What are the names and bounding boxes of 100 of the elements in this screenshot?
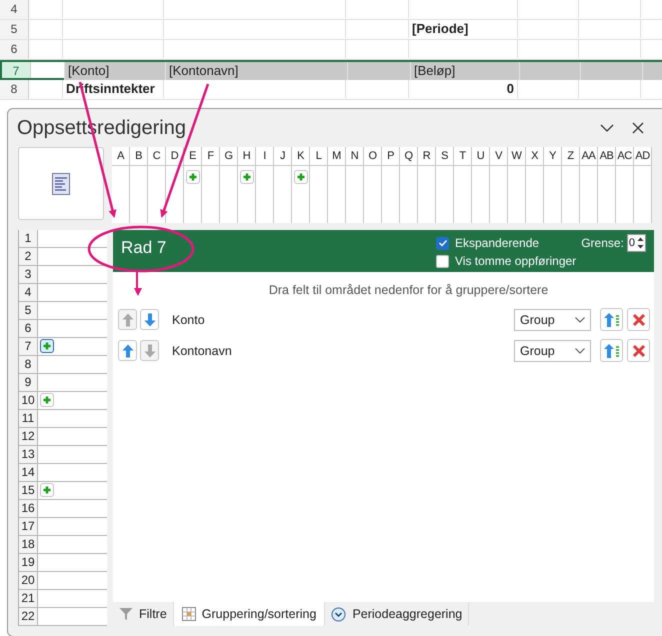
column-header[interactable]: R (418, 147, 435, 166)
column-header[interactable]: V (490, 147, 507, 166)
column-header[interactable]: X (526, 147, 543, 166)
add-button[interactable] (40, 339, 54, 353)
column-header[interactable]: C (148, 147, 165, 166)
column-header[interactable]: F (202, 147, 219, 166)
mode-dropdown[interactable]: Group (514, 308, 591, 330)
row-header[interactable]: 14 (19, 464, 38, 481)
column-header[interactable]: U (472, 147, 489, 166)
delete-icon (632, 312, 646, 326)
move-up-button[interactable] (118, 309, 137, 330)
checkbox-label: Ekspanderende (455, 236, 540, 250)
chevron-circle-icon (331, 606, 346, 622)
row-header[interactable]: 3 (19, 266, 38, 283)
column-header[interactable]: AC (616, 147, 633, 166)
row-header[interactable]: 18 (19, 536, 38, 553)
sheet-row[interactable]: 5 [Periode] (0, 20, 662, 40)
column-header[interactable]: K (292, 147, 309, 166)
column-header[interactable]: Y (544, 147, 561, 166)
layout-tile[interactable] (18, 147, 104, 220)
add-button[interactable] (240, 170, 254, 184)
checkbox[interactable] (436, 254, 449, 268)
column-header[interactable]: I (256, 147, 273, 166)
column-header[interactable]: M (328, 147, 345, 166)
column-header[interactable]: J (274, 147, 291, 166)
row-number: 6 (0, 40, 29, 59)
column-header[interactable]: B (130, 147, 147, 166)
sheet-row[interactable]: 6 (0, 40, 662, 60)
sort-button[interactable] (600, 339, 623, 362)
sheet-row[interactable]: 7 [Konto] [Kontonavn] [Beløp] (0, 60, 662, 80)
column-header[interactable]: G (220, 147, 237, 166)
column-header[interactable]: AD (634, 147, 651, 166)
row-header[interactable]: 20 (19, 572, 38, 589)
row-header[interactable]: 19 (19, 554, 38, 571)
column-header[interactable]: T (454, 147, 471, 166)
row-header[interactable]: 8 (19, 356, 38, 373)
plus-icon (296, 173, 304, 181)
mode-dropdown[interactable]: Group (514, 340, 591, 362)
add-button[interactable] (40, 483, 54, 497)
panel-title: Rad 7 (121, 237, 166, 259)
row-number: 4 (0, 0, 29, 19)
row-header[interactable]: 13 (19, 446, 38, 463)
column-header[interactable]: P (382, 147, 399, 166)
column-header[interactable]: S (436, 147, 453, 166)
table-cell (581, 62, 643, 80)
plus-icon (43, 486, 51, 494)
up-arrow-icon (122, 344, 134, 358)
checkbox[interactable] (436, 236, 449, 250)
plus-icon (188, 173, 196, 181)
row-header[interactable]: 6 (19, 320, 38, 337)
column-header[interactable]: AB (598, 147, 615, 166)
row-header[interactable]: 5 (19, 302, 38, 319)
delete-button[interactable] (627, 339, 650, 362)
column-header[interactable]: AA (580, 147, 597, 166)
column-header[interactable]: W (508, 147, 525, 166)
hint-text: Dra felt til området nedenfor for å gruppere/sortere (268, 283, 548, 297)
move-down-button[interactable] (140, 309, 159, 330)
column-header[interactable]: Q (400, 147, 417, 166)
row-header[interactable]: 2 (19, 248, 38, 265)
row-header[interactable]: 17 (19, 518, 38, 535)
column-header[interactable]: H (238, 147, 255, 166)
row-header[interactable]: 4 (19, 284, 38, 301)
caret-icon (575, 348, 585, 354)
add-button[interactable] (186, 170, 200, 184)
column-header[interactable]: N (346, 147, 363, 166)
delete-button[interactable] (627, 308, 650, 331)
add-button[interactable] (294, 170, 308, 184)
column-header[interactable]: D (166, 147, 183, 166)
table-cell: [Beløp] (411, 62, 520, 80)
sort-icon (604, 312, 620, 328)
row-header[interactable]: 15 (19, 482, 38, 499)
down-arrow-icon (144, 344, 156, 358)
row-header[interactable]: 7 (19, 338, 38, 355)
tab[interactable]: Gruppering/sortering (174, 602, 326, 626)
sheet-row[interactable]: 4 (0, 0, 662, 20)
limit-spinner[interactable]: 0 (626, 234, 646, 252)
column-header[interactable]: E (184, 147, 201, 166)
annotation-arrow (134, 271, 142, 296)
column-header[interactable]: Z (562, 147, 579, 166)
row-header[interactable]: 10 (19, 392, 38, 409)
column-header[interactable]: L (310, 147, 327, 166)
row-header[interactable]: 21 (19, 590, 38, 607)
column-header[interactable]: A (112, 147, 129, 166)
close-icon[interactable] (632, 122, 644, 134)
grid-icon (182, 607, 196, 621)
plus-icon (242, 173, 250, 181)
row-header[interactable]: 1 (19, 230, 38, 247)
limit-label: Grense: (581, 236, 624, 250)
move-down-button[interactable] (140, 340, 159, 361)
add-button[interactable] (40, 393, 54, 407)
sort-icon (604, 342, 620, 358)
row-header[interactable]: 12 (19, 428, 38, 445)
move-up-button[interactable] (118, 340, 137, 361)
sort-button[interactable] (600, 308, 623, 331)
column-header[interactable]: O (364, 147, 381, 166)
row-header[interactable]: 11 (19, 410, 38, 427)
row-header[interactable]: 16 (19, 500, 38, 517)
plus-icon (43, 342, 51, 350)
row-header[interactable]: 22 (19, 608, 38, 625)
row-header[interactable]: 9 (19, 374, 38, 391)
